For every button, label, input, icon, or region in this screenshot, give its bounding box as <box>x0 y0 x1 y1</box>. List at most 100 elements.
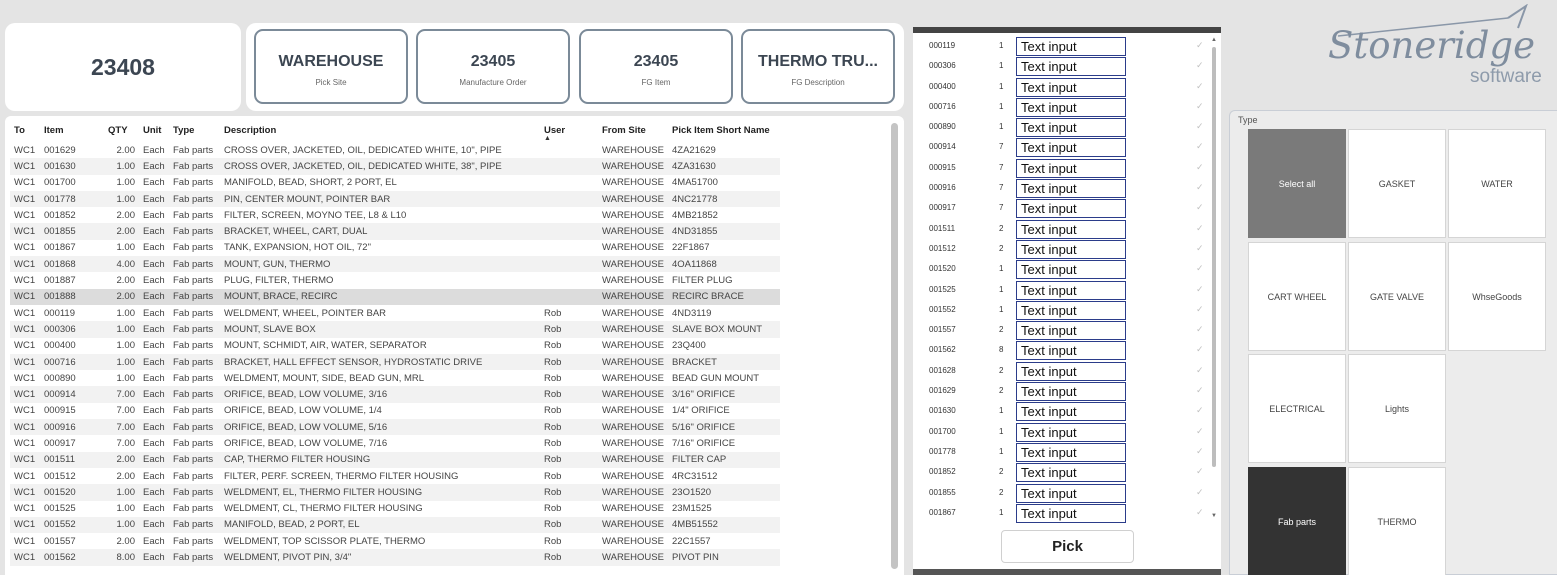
table-row[interactable]: WC1 001511 2.00 Each Fab parts CAP, THERMO FI… <box>10 451 780 468</box>
column-header-pick-item-short-name[interactable]: Pick Item Short Name <box>668 120 780 142</box>
pick-text-input[interactable] <box>1016 300 1126 320</box>
pick-text-input[interactable] <box>1016 463 1126 483</box>
check-icon[interactable]: ✓ <box>1196 162 1204 173</box>
scroll-down-icon[interactable]: ▼ <box>1211 513 1217 519</box>
slicer-option-gasket[interactable]: GASKET <box>1348 129 1446 238</box>
table-row[interactable]: WC1 000917 7.00 Each Fab parts ORIFICE, BEAD,… <box>10 435 780 451</box>
check-icon[interactable]: ✓ <box>1196 202 1204 213</box>
pick-text-input[interactable] <box>1016 239 1126 259</box>
pick-text-input[interactable] <box>1016 260 1126 280</box>
slicer-option-electrical[interactable]: ELECTRICAL <box>1248 354 1346 463</box>
pick-text-input[interactable] <box>1016 280 1126 300</box>
pick-text-input[interactable] <box>1016 118 1126 138</box>
check-icon[interactable]: ✓ <box>1196 182 1204 193</box>
column-header-item[interactable]: Item <box>40 120 104 142</box>
check-icon[interactable]: ✓ <box>1196 40 1204 51</box>
check-icon[interactable]: ✓ <box>1196 223 1204 234</box>
table-row[interactable]: WC1 001700 1.00 Each Fab parts MANIFOLD, BEAD… <box>10 175 780 191</box>
table-row[interactable]: WC1 000306 1.00 Each Fab parts MOUNT, SLAVE B… <box>10 321 780 338</box>
pick-text-input[interactable] <box>1016 179 1126 199</box>
check-icon[interactable]: ✓ <box>1196 101 1204 112</box>
check-icon[interactable]: ✓ <box>1196 304 1204 315</box>
table-row[interactable]: WC1 001855 2.00 Each Fab parts BRACKET, WHEEL… <box>10 223 780 240</box>
table-row[interactable]: WC1 001562 8.00 Each Fab parts WELDMENT, PIVO… <box>10 549 780 566</box>
column-header-qty[interactable]: QTY <box>104 120 139 142</box>
slicer-option-water[interactable]: WATER <box>1448 129 1546 238</box>
column-header-unit[interactable]: Unit <box>139 120 169 142</box>
cell-item: 000400 <box>44 340 76 352</box>
table-row[interactable]: WC1 001778 1.00 Each Fab parts PIN, CENTER MO… <box>10 190 780 208</box>
pick-text-input[interactable] <box>1016 37 1126 56</box>
table-row[interactable]: WC1 000400 1.00 Each Fab parts MOUNT, SCHMIDT… <box>10 338 780 354</box>
check-icon[interactable]: ✓ <box>1196 507 1204 518</box>
check-icon[interactable]: ✓ <box>1196 324 1204 335</box>
slicer-option-cart-wheel[interactable]: CART WHEEL <box>1248 242 1346 351</box>
column-header-to[interactable]: To <box>10 120 40 142</box>
scroll-up-icon[interactable]: ▲ <box>1211 37 1217 43</box>
check-icon[interactable]: ✓ <box>1196 243 1204 254</box>
table-row[interactable]: WC1 000716 1.00 Each Fab parts BRACKET, HALL … <box>10 353 780 371</box>
table-row[interactable]: WC1 001868 4.00 Each Fab parts MOUNT, GUN, TH… <box>10 256 780 273</box>
pick-text-input[interactable] <box>1016 361 1126 381</box>
check-icon[interactable]: ✓ <box>1196 60 1204 71</box>
column-header-from-site[interactable]: From Site <box>598 120 668 142</box>
pick-list-scrollbar[interactable]: ▲ ▼ <box>1211 37 1217 521</box>
check-icon[interactable]: ✓ <box>1196 405 1204 416</box>
table-row[interactable]: WC1 000915 7.00 Each Fab parts ORIFICE, BEAD,… <box>10 403 780 419</box>
check-icon[interactable]: ✓ <box>1196 81 1204 92</box>
check-icon[interactable]: ✓ <box>1196 446 1204 457</box>
table-scrollbar[interactable] <box>891 123 898 569</box>
table-row[interactable]: WC1 001630 1.00 Each Fab parts CROSS OVER, JA… <box>10 158 780 175</box>
table-row[interactable]: WC1 001629 2.00 Each Fab parts CROSS OVER, JA… <box>10 142 780 158</box>
pick-text-input[interactable] <box>1016 97 1126 117</box>
check-icon[interactable]: ✓ <box>1196 263 1204 274</box>
check-icon[interactable]: ✓ <box>1196 121 1204 132</box>
table-row[interactable]: WC1 000914 7.00 Each Fab parts ORIFICE, BEAD,… <box>10 386 780 403</box>
table-row[interactable]: WC1 000890 1.00 Each Fab parts WELDMENT, MOUN… <box>10 370 780 386</box>
pick-list-scroll-thumb[interactable] <box>1212 47 1216 467</box>
column-header-description[interactable]: Description <box>220 120 540 142</box>
table-row[interactable]: WC1 001512 2.00 Each Fab parts FILTER, PERF. … <box>10 468 780 484</box>
pick-text-input[interactable] <box>1016 422 1126 442</box>
pick-button[interactable]: Pick <box>1001 530 1134 563</box>
pick-text-input[interactable] <box>1016 341 1126 361</box>
table-row[interactable]: WC1 001552 1.00 Each Fab parts MANIFOLD, BEAD… <box>10 516 780 534</box>
check-icon[interactable]: ✓ <box>1196 284 1204 295</box>
slicer-option-whsegoods[interactable]: WhseGoods <box>1448 242 1546 351</box>
pick-text-input[interactable] <box>1016 503 1126 523</box>
pick-text-input[interactable] <box>1016 199 1126 219</box>
pick-text-input[interactable] <box>1016 321 1126 341</box>
column-header-user[interactable]: User ▲ <box>540 120 598 142</box>
table-row[interactable]: WC1 000119 1.00 Each Fab parts WELDMENT, WHEE… <box>10 305 780 321</box>
slicer-option-lights[interactable]: Lights <box>1348 354 1446 463</box>
slicer-option-thermo[interactable]: THERMO <box>1348 467 1446 575</box>
check-icon[interactable]: ✓ <box>1196 426 1204 437</box>
table-row[interactable]: WC1 001525 1.00 Each Fab parts WELDMENT, CL, … <box>10 501 780 517</box>
check-icon[interactable]: ✓ <box>1196 466 1204 477</box>
slicer-option-fab-parts[interactable]: Fab parts <box>1248 467 1346 575</box>
pick-text-input[interactable] <box>1016 77 1126 97</box>
table-row[interactable]: WC1 001888 2.00 Each Fab parts MOUNT, BRACE, … <box>10 288 780 305</box>
pick-text-input[interactable] <box>1016 219 1126 239</box>
table-row[interactable]: WC1 001887 2.00 Each Fab parts PLUG, FILTER, … <box>10 272 780 288</box>
table-row[interactable]: WC1 001867 1.00 Each Fab parts TANK, EXPANSIO… <box>10 240 780 256</box>
pick-text-input[interactable] <box>1016 158 1126 178</box>
slicer-option-select-all[interactable]: Select all <box>1248 129 1346 238</box>
pick-text-input[interactable] <box>1016 382 1126 402</box>
pick-text-input[interactable] <box>1016 442 1126 462</box>
check-icon[interactable]: ✓ <box>1196 344 1204 355</box>
column-header-type[interactable]: Type <box>169 120 220 142</box>
check-icon[interactable]: ✓ <box>1196 141 1204 152</box>
slicer-option-gate-valve[interactable]: GATE VALVE <box>1348 242 1446 351</box>
table-row[interactable]: WC1 001852 2.00 Each Fab parts FILTER, SCREEN… <box>10 207 780 223</box>
check-icon[interactable]: ✓ <box>1196 385 1204 396</box>
table-row[interactable]: WC1 000916 7.00 Each Fab parts ORIFICE, BEAD,… <box>10 419 780 436</box>
check-icon[interactable]: ✓ <box>1196 487 1204 498</box>
table-row[interactable]: WC1 001520 1.00 Each Fab parts WELDMENT, EL, … <box>10 484 780 501</box>
check-icon[interactable]: ✓ <box>1196 365 1204 376</box>
pick-text-input[interactable] <box>1016 138 1126 158</box>
pick-text-input[interactable] <box>1016 402 1126 422</box>
pick-text-input[interactable] <box>1016 57 1126 77</box>
table-row[interactable]: WC1 001557 2.00 Each Fab parts WELDMENT, TOP … <box>10 533 780 549</box>
pick-text-input[interactable] <box>1016 483 1126 503</box>
